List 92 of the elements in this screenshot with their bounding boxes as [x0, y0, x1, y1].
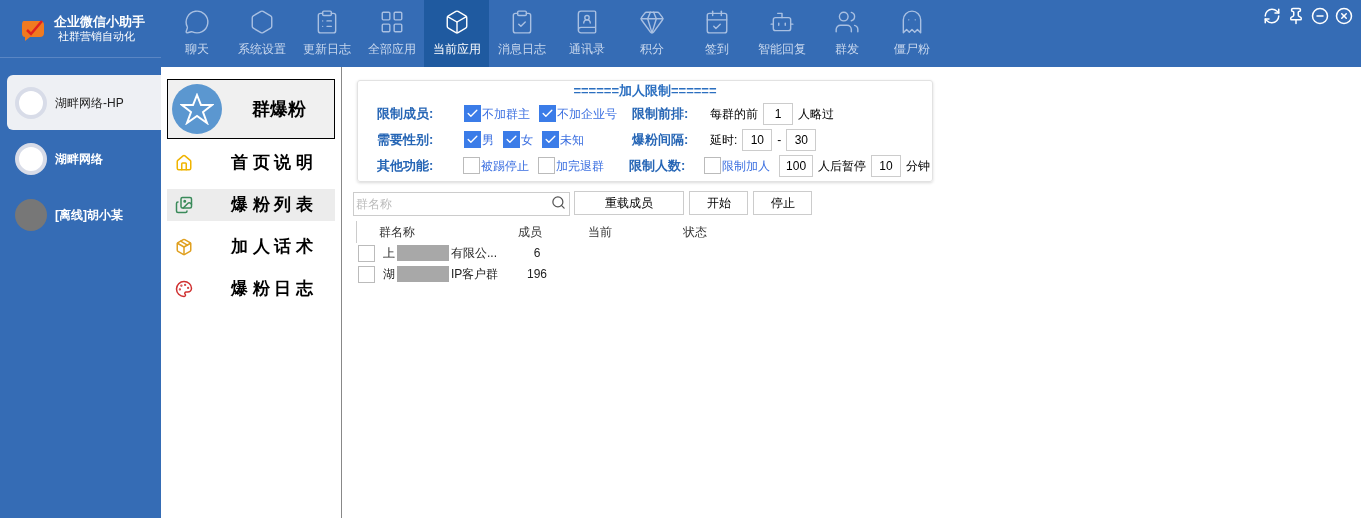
checkbox[interactable]: [539, 105, 556, 122]
checkbox-label: 女: [521, 131, 533, 149]
setting-text: 分钟: [906, 157, 930, 175]
checkbox[interactable]: [704, 157, 722, 174]
action-button[interactable]: 重载成员: [574, 190, 684, 215]
pictures-icon: [175, 196, 193, 214]
column-header: 成员: [518, 223, 543, 241]
checkbox[interactable]: [464, 131, 481, 148]
number-field[interactable]: 10: [742, 128, 773, 151]
search-icon: [551, 194, 566, 210]
avatar: [15, 86, 47, 119]
number-field[interactable]: 1: [763, 102, 793, 125]
table-cell-text: 上: [383, 245, 395, 262]
checkbox-label: 不加企业号: [557, 105, 617, 123]
table-cell-text: 有限公...: [451, 245, 497, 262]
nav-tab[interactable]: 积分: [619, 0, 684, 67]
table-cell-text: 6: [532, 245, 542, 262]
check-icon: [466, 133, 479, 146]
nav-tab[interactable]: 通讯录: [554, 0, 619, 67]
box-icon: [175, 238, 193, 256]
nav-tab[interactable]: 全部应用: [359, 0, 424, 67]
pin-icon[interactable]: [1287, 7, 1305, 25]
setting-text: 延时:: [710, 131, 738, 149]
number-field[interactable]: 10: [871, 154, 901, 177]
search-field[interactable]: 群名称: [353, 191, 570, 216]
setting-label: 限制前排:: [632, 104, 690, 123]
checkbox[interactable]: [358, 244, 375, 262]
column-header: 群名称: [379, 223, 416, 241]
column-header: 当前: [588, 223, 613, 241]
avatar: [15, 198, 47, 231]
number-field[interactable]: 30: [786, 128, 817, 151]
account-item[interactable]: 湖畔网络-HP: [7, 75, 161, 130]
setting-text: -: [777, 131, 782, 149]
setting-label: 爆粉间隔:: [632, 130, 690, 149]
nav-tab[interactable]: 更新日志: [294, 0, 359, 67]
number-field[interactable]: 100: [779, 154, 813, 177]
setting-text: 人略过: [798, 105, 834, 123]
account-item[interactable]: [离线]胡小某: [7, 187, 161, 242]
checkbox[interactable]: [463, 157, 480, 174]
refresh-icon[interactable]: [1263, 7, 1281, 25]
checkbox[interactable]: [464, 105, 481, 122]
chat-icon: [183, 9, 210, 35]
checkbox-label: 男: [482, 131, 494, 149]
nav-tab[interactable]: 当前应用: [424, 0, 489, 67]
action-button[interactable]: 开始: [689, 190, 748, 215]
checkbox[interactable]: [542, 131, 559, 148]
checkbox[interactable]: [503, 131, 520, 148]
setting-label: 限制成员:: [377, 104, 435, 123]
settings-heading: ======加人限制======: [573, 82, 717, 100]
setting-label: 其他功能:: [377, 156, 435, 175]
nav-tab[interactable]: 系统设置: [229, 0, 294, 67]
setting-label: 限制人数:: [629, 156, 687, 175]
nav-tab[interactable]: 智能回复: [749, 0, 814, 67]
palette-icon: [175, 280, 193, 298]
checkbox-label: 被踢停止: [481, 157, 529, 175]
blurred-text: [397, 245, 449, 261]
gem-icon: [638, 9, 665, 35]
people-icon: [833, 9, 860, 35]
check-icon: [541, 107, 554, 120]
close-icon[interactable]: [1335, 7, 1353, 25]
house-icon: [175, 154, 193, 172]
action-button[interactable]: 停止: [753, 190, 812, 215]
minimize-icon[interactable]: [1311, 7, 1329, 25]
account-item[interactable]: 湖畔网络: [7, 131, 161, 186]
checkbox-label: 未知: [560, 131, 584, 149]
nav-tab[interactable]: 僵尸粉: [879, 0, 944, 67]
checkbox-label: 不加群主: [482, 105, 530, 123]
checkbox[interactable]: [538, 157, 555, 174]
setting-text: 人后暂停: [818, 157, 866, 175]
column-header: 状态: [683, 223, 708, 241]
app-title: 企业微信小助手: [54, 13, 145, 30]
check-icon: [544, 133, 557, 146]
table-cell-text: 196: [526, 266, 548, 283]
nav-tab[interactable]: 聊天: [164, 0, 229, 67]
nav-tab[interactable]: 消息日志: [489, 0, 554, 67]
check-icon: [505, 133, 518, 146]
check-icon: [466, 107, 479, 120]
checkbox-label: 加完退群: [556, 157, 604, 175]
app-subtitle: 社群营销自动化: [57, 29, 136, 44]
avatar: [15, 142, 47, 175]
feature-title: 群爆粉: [252, 97, 306, 121]
setting-text: 每群的前: [710, 105, 758, 123]
menu-item[interactable]: 爆 粉 列 表: [167, 189, 335, 221]
setting-label: 需要性别:: [377, 130, 435, 149]
checkbox-label: 限制加人: [722, 157, 771, 175]
nav-tab[interactable]: 签到: [684, 0, 749, 67]
table-cell-text: IP客户群: [451, 266, 499, 283]
table-cell-text: 湖: [383, 266, 395, 283]
star-badge-icon: [172, 84, 222, 134]
nav-tab[interactable]: 群发: [814, 0, 879, 67]
blurred-text: [397, 266, 449, 282]
checkbox[interactable]: [358, 265, 375, 283]
